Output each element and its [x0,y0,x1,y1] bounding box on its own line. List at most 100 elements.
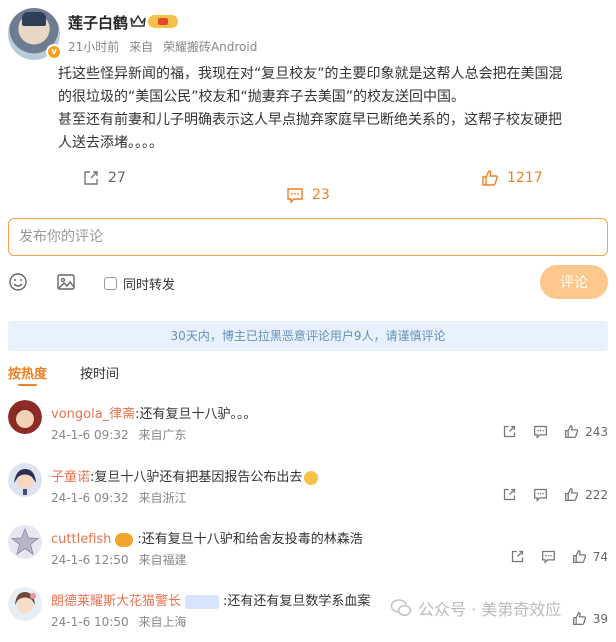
like-button[interactable]: 1217 [481,165,543,191]
comment-like-count: 222 [585,487,608,502]
emoji-icon[interactable] [8,272,28,292]
comment-location: 来自广东 [138,428,187,442]
tab-sort-hot[interactable]: 按热度 [8,363,47,386]
post-header: v 莲子白鹤 21小时前 来自 荣耀搬砖Android [8,8,608,64]
comment-text: :复旦十八驴还有把基因报告公布出去 [90,470,303,485]
comment-actions: 243 [486,424,608,439]
comment-icon [287,188,303,204]
comment-text: :还有复旦十八驴。。。 [135,407,257,422]
comment-reply-button[interactable] [533,424,548,439]
tab-sort-time[interactable]: 按时间 [80,363,119,382]
comment-icon [534,488,548,502]
post-body-line: 托这些怪异新闻的福，我现在对“复旦校友”的主要印象就是这帮人总会把在美国混 [58,66,563,82]
member-level-badge [148,15,178,28]
repost-icon [84,171,98,185]
repost-checkbox[interactable]: 同时转发 [104,274,175,293]
comment-item: cuttlefish :还有复旦十八驴和给舍友投毒的林森浩 24-1-6 12:5… [0,525,616,585]
checkbox-box[interactable] [104,277,117,290]
comment-text: :还有还有复旦数学系血案 [223,594,371,609]
post-actions: 27 23 1217 [0,165,616,204]
author-avatar[interactable]: v [8,8,62,60]
watermark: 公众号 · 美第奇效应 [390,596,561,620]
comment-actions: 222 [486,487,608,502]
repost-checkbox-label: 同时转发 [123,278,176,293]
comment-date: 24-1-6 12:50 [51,553,129,567]
commenter-name[interactable]: 子童诺 [51,470,90,485]
thumbs-up-icon [565,425,579,438]
member-tag-badge-icon [185,594,220,609]
comment-location: 来自上海 [138,615,187,629]
comment-icon [541,550,555,564]
comment-like-button[interactable]: 222 [564,487,608,502]
emoji-sticker-icon [304,470,319,485]
fan-badge-icon [115,532,134,547]
commenter-name[interactable]: 朗德莱耀斯大花猫警长 [51,594,181,609]
post-meta: 21小时前 来自 荣耀搬砖Android [68,38,257,55]
author-name[interactable]: 莲子白鹤 [68,12,128,33]
wechat-icon [390,599,412,617]
comment-reply-button[interactable] [533,487,548,502]
verified-badge-icon: v [46,44,62,60]
like-count: 1217 [507,170,543,186]
commenter-avatar[interactable] [8,587,42,621]
thumbs-up-icon [565,488,579,501]
comment-text-line: 朗德莱耀斯大花猫警长 :还有还有复旦数学系血案 [51,590,370,609]
comment-meta: 24-1-6 09:32 来自浙江 [51,489,186,506]
post-time: 21小时前 [68,40,120,54]
submit-comment-button[interactable]: 评论 [540,265,608,299]
comment-icon [534,425,548,439]
comment-repost-button[interactable] [502,424,517,439]
post-body: 托这些怪异新闻的福，我现在对“复旦校友”的主要印象就是这帮人总会把在美国混 的很… [58,63,610,155]
comment-repost-button[interactable] [502,487,517,502]
post-body-line: 的很垃圾的“美国公民”校友和“抛妻弃子去美国”的校友送回中国。 [58,89,466,105]
repost-count: 27 [108,170,126,186]
comment-item: 子童诺:复旦十八驴还有把基因报告公布出去 24-1-6 09:32 来自浙江 2… [0,463,616,523]
post-body-line: 人送去添堵。。。。 [58,135,163,151]
comment-text: :还有复旦十八驴和给舍友投毒的林森浩 [137,532,363,547]
comment-reply-button[interactable] [541,549,556,564]
comment-input-box [8,218,608,256]
comment-date: 24-1-6 09:32 [51,428,129,442]
comment-input[interactable] [9,219,607,255]
comment-text-line: vongola_律斋:还有复旦十八驴。。。 [51,403,257,422]
thumbs-up-icon [572,612,586,625]
comment-text-line: 子童诺:复旦十八驴还有把基因报告公布出去 [51,466,319,485]
post-source: 荣耀搬砖Android [162,40,258,54]
comment-button[interactable]: 23 [286,165,616,225]
thumbs-up-icon [482,170,498,186]
comment-like-count: 74 [592,549,608,564]
moderation-notice: 30天内，博主已拉黑恶意评论用户9人，请谨慎评论 [8,321,608,351]
comment-date: 24-1-6 10:50 [51,615,129,629]
comment-like-button[interactable]: 39 [572,611,608,626]
commenter-name[interactable]: cuttlefish [51,532,111,547]
avatar-hat-shape [22,12,46,26]
composer-tools: 同时转发 评论 [8,265,608,299]
image-icon[interactable] [56,272,76,292]
comment-meta: 24-1-6 09:32 来自广东 [51,426,186,443]
commenter-avatar[interactable] [8,463,42,497]
comment-like-button[interactable]: 243 [564,424,608,439]
comment-date: 24-1-6 09:32 [51,491,129,505]
repost-icon [503,488,516,501]
comment-like-count: 243 [585,424,608,439]
comment-actions: 39 [556,611,608,626]
repost-icon [503,425,516,438]
repost-button[interactable]: 27 [82,165,126,191]
comment-text-line: cuttlefish :还有复旦十八驴和给舍友投毒的林森浩 [51,528,363,547]
thumbs-up-icon [572,550,586,563]
watermark-text: 公众号 · 美第奇效应 [418,600,562,619]
comment-like-count: 39 [592,611,608,626]
comment-repost-button[interactable] [510,549,525,564]
commenter-avatar[interactable] [8,525,42,559]
comment-location: 来自浙江 [138,491,187,505]
comment-location: 来自福建 [138,553,187,567]
commenter-avatar[interactable] [8,400,42,434]
commenter-name[interactable]: vongola_律斋 [51,407,135,422]
comment-like-button[interactable]: 74 [572,549,608,564]
crown-icon [130,14,146,27]
repost-icon [511,550,523,563]
comment-item: vongola_律斋:还有复旦十八驴。。。 24-1-6 09:32 来自广东 … [0,400,616,460]
comment-meta: 24-1-6 12:50 来自福建 [51,551,186,568]
post-body-line: 甚至还有前妻和儿子明确表示这人早点抛弃家庭早已断绝关系的，这帮子校友硬把 [58,112,562,128]
comment-meta: 24-1-6 10:50 来自上海 [51,613,186,630]
